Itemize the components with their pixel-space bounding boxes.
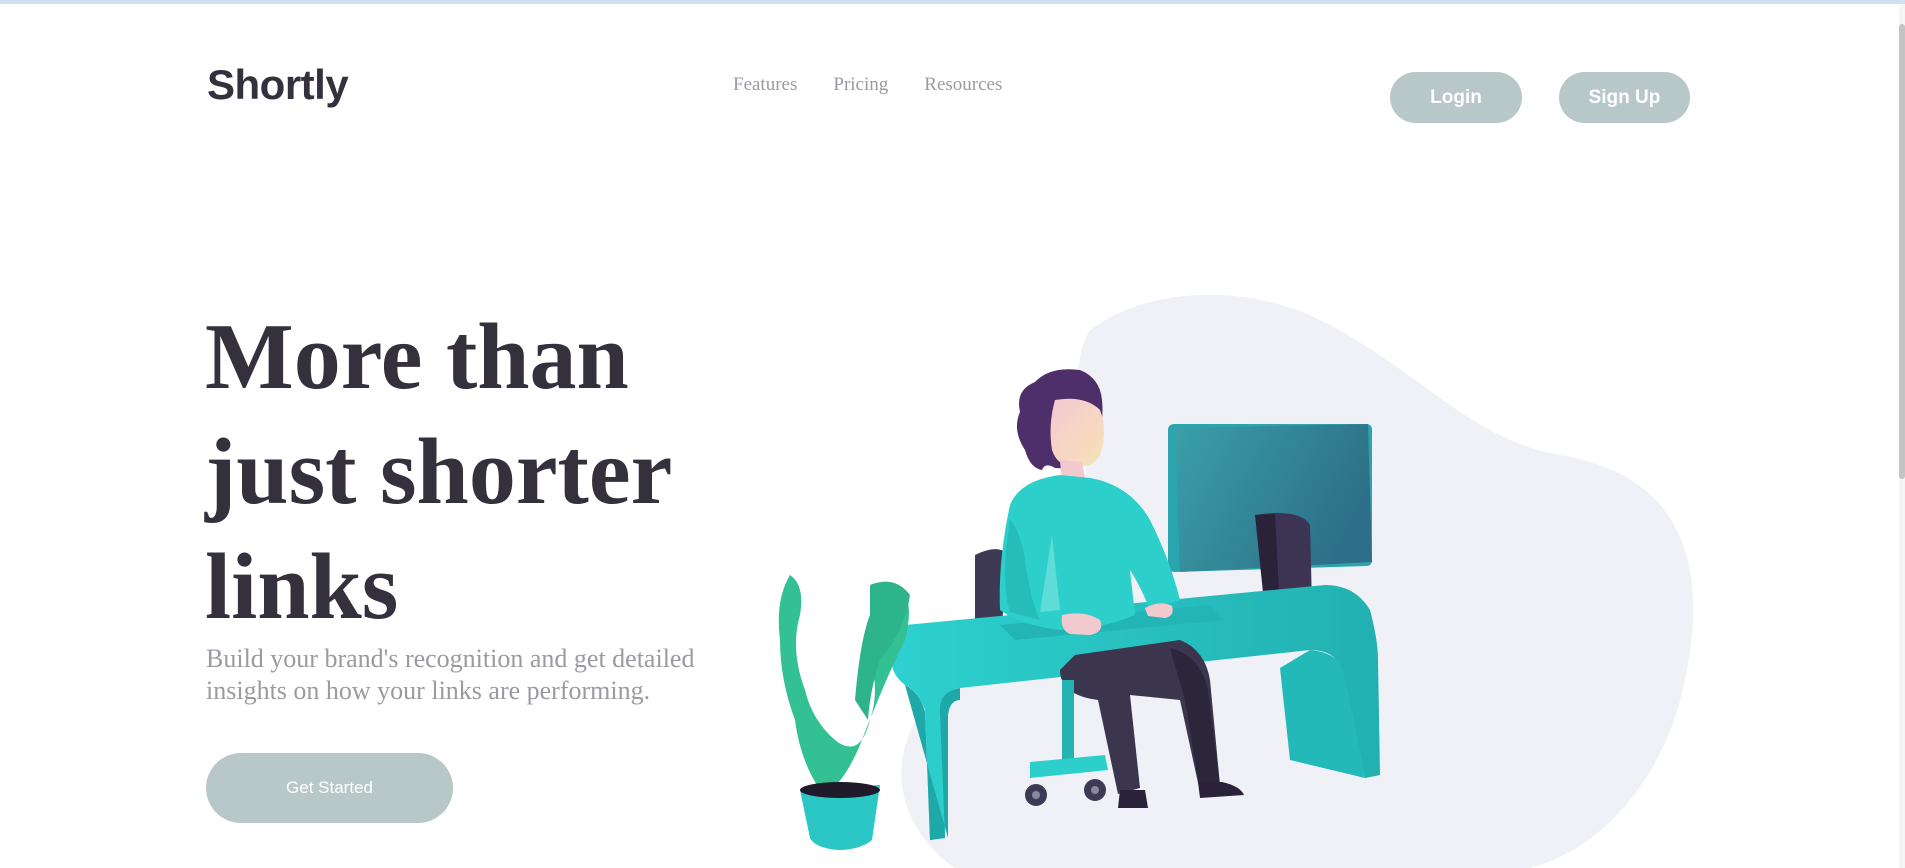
login-button[interactable]: Login [1390, 72, 1522, 123]
page-scrollbar[interactable] [1899, 4, 1905, 868]
hero-subtitle: Build your brand's recognition and get d… [206, 644, 695, 705]
nav-link-pricing[interactable]: Pricing [833, 74, 888, 96]
hero-title: More than just shorter links [205, 305, 671, 639]
hero-illustration [778, 294, 1694, 868]
main-nav: Features Pricing Resources [733, 74, 1002, 96]
get-started-button[interactable]: Get Started [206, 753, 453, 823]
brand-logo[interactable]: Shortly [207, 64, 349, 106]
browser-top-strip [0, 0, 1905, 4]
nav-link-resources[interactable]: Resources [924, 74, 1002, 96]
nav-link-features[interactable]: Features [733, 74, 797, 96]
signup-button[interactable]: Sign Up [1559, 72, 1690, 123]
plant-illustration [778, 575, 910, 850]
scrollbar-thumb[interactable] [1899, 24, 1905, 479]
